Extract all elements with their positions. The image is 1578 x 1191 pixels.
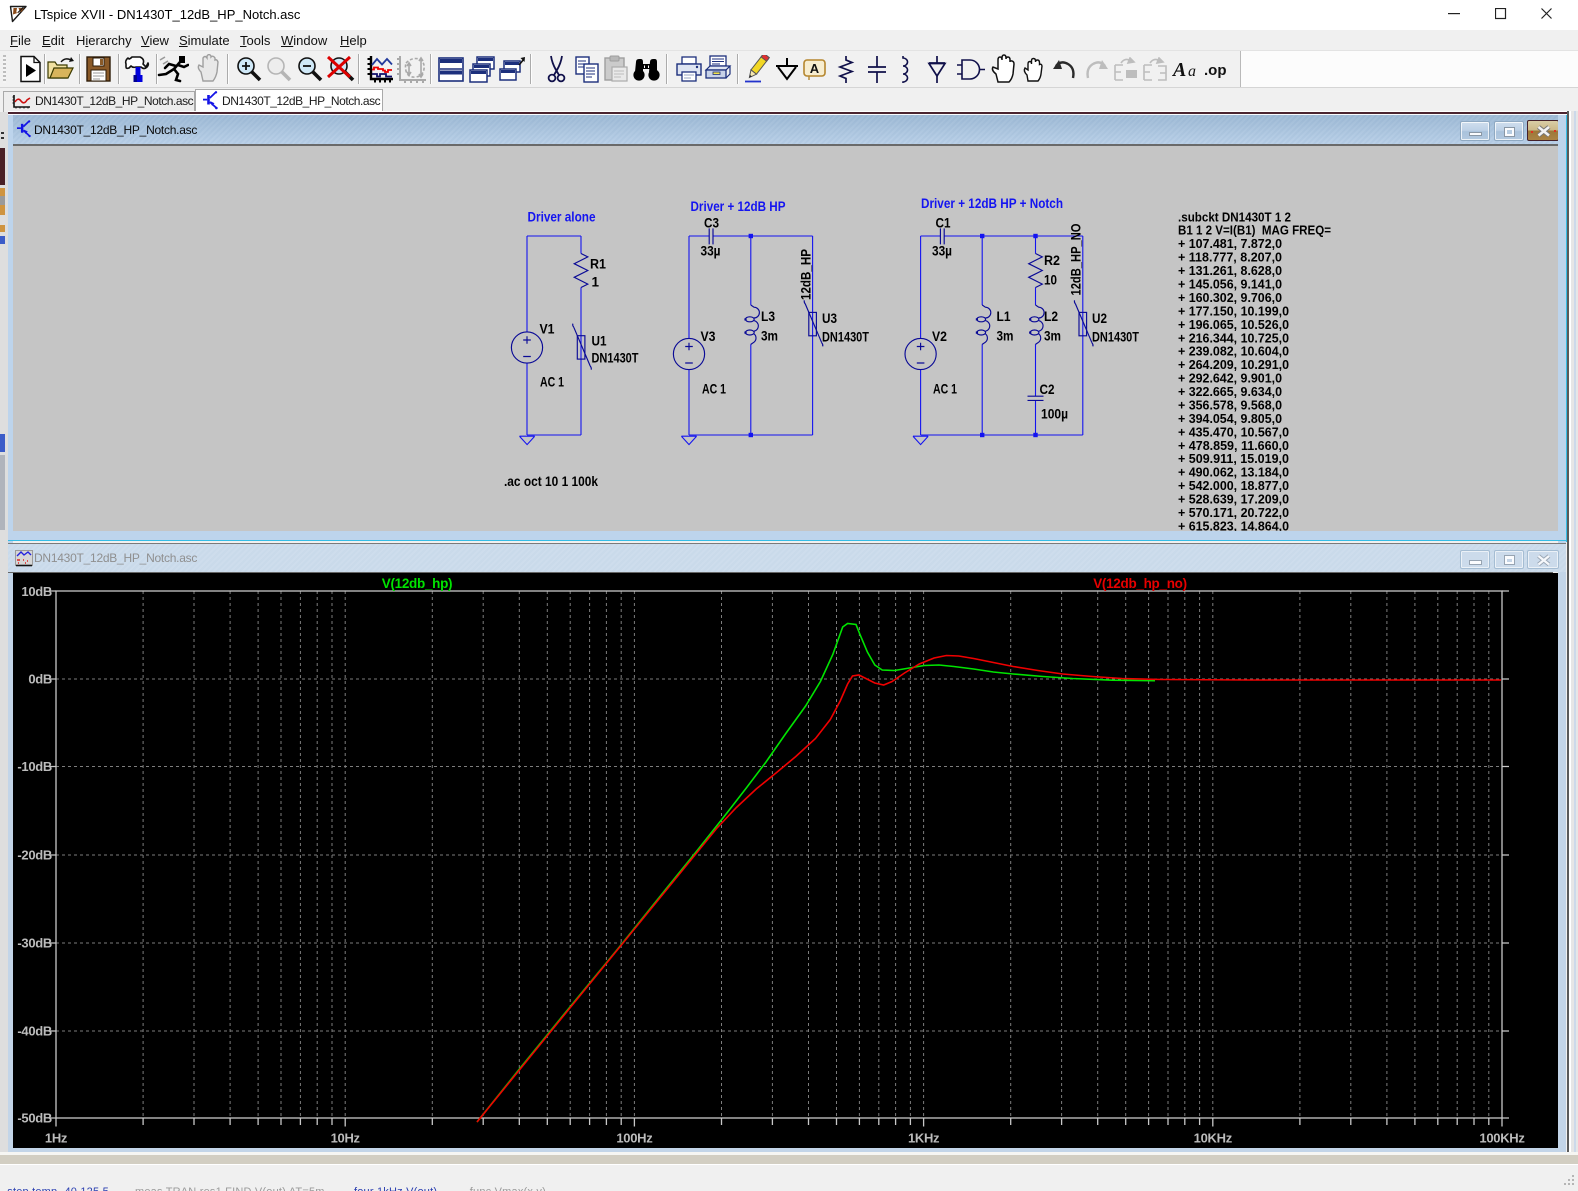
svg-text:Driver + 12dB HP: Driver + 12dB HP <box>691 199 786 214</box>
svg-text:R2: R2 <box>1044 253 1060 268</box>
svg-text:10KHz: 10KHz <box>1194 1131 1233 1146</box>
svg-text:1: 1 <box>592 275 600 290</box>
svg-text:12dB_HP_NO: 12dB_HP_NO <box>1069 224 1084 296</box>
svg-text:Driver alone: Driver alone <box>528 210 596 225</box>
svg-text:V2: V2 <box>932 329 947 344</box>
svg-text:V(12db_hp): V(12db_hp) <box>382 576 453 591</box>
svg-text:AC 1: AC 1 <box>933 382 957 397</box>
svg-text:3m: 3m <box>1044 329 1061 344</box>
svg-text:1Hz: 1Hz <box>45 1131 68 1146</box>
svg-text:10: 10 <box>1044 273 1057 288</box>
svg-text:a: a <box>1188 63 1196 80</box>
svg-text:-40dB: -40dB <box>17 1024 52 1039</box>
svg-text:-10dB: -10dB <box>17 759 52 774</box>
svg-text:AC 1: AC 1 <box>702 382 726 397</box>
svg-text:C3: C3 <box>704 216 719 231</box>
svg-text:.ac oct 10 1 100k: .ac oct 10 1 100k <box>504 474 598 489</box>
svg-text:V1: V1 <box>540 322 555 337</box>
svg-text:U1: U1 <box>592 334 607 349</box>
svg-text:-50dB: -50dB <box>17 1111 52 1126</box>
svg-text:-30dB: -30dB <box>17 936 52 951</box>
svg-text:L2: L2 <box>1044 309 1058 324</box>
svg-text:33µ: 33µ <box>932 244 952 259</box>
svg-text:100µ: 100µ <box>1041 407 1068 422</box>
svg-text:12dB_HP: 12dB_HP <box>799 249 814 300</box>
svg-text:DN1430T: DN1430T <box>1092 330 1140 345</box>
svg-text:U3: U3 <box>822 311 837 326</box>
svg-text:A: A <box>810 61 820 76</box>
svg-text:100Hz: 100Hz <box>616 1131 653 1146</box>
svg-text:10Hz: 10Hz <box>331 1131 361 1146</box>
svg-text:33µ: 33µ <box>701 244 721 259</box>
svg-text:U2: U2 <box>1092 311 1107 326</box>
svg-text:3m: 3m <box>997 329 1014 344</box>
svg-text:-20dB: -20dB <box>17 848 52 863</box>
svg-text:DN1430T: DN1430T <box>592 351 640 366</box>
svg-text:.op: .op <box>1204 62 1227 79</box>
svg-text:0dB: 0dB <box>28 672 52 687</box>
svg-text:L1: L1 <box>997 309 1011 324</box>
svg-text:100KHz: 100KHz <box>1479 1131 1525 1146</box>
svg-text:Driver + 12dB HP + Notch: Driver + 12dB HP + Notch <box>921 196 1063 211</box>
svg-text:V3: V3 <box>701 329 716 344</box>
svg-text:AC 1: AC 1 <box>540 375 564 390</box>
svg-text:3m: 3m <box>761 329 778 344</box>
svg-text:C1: C1 <box>936 216 951 231</box>
svg-text:DN1430T: DN1430T <box>822 330 870 345</box>
svg-text:C2: C2 <box>1040 382 1055 397</box>
svg-text:R1: R1 <box>590 257 606 272</box>
svg-text:L3: L3 <box>761 309 775 324</box>
svg-text:V(12db_hp_no): V(12db_hp_no) <box>1093 576 1187 591</box>
svg-text:A: A <box>1172 59 1186 81</box>
svg-text:1KHz: 1KHz <box>908 1131 940 1146</box>
svg-text:+ 615.823, 14.864,0: + 615.823, 14.864,0 <box>1178 518 1289 531</box>
svg-text:10dB: 10dB <box>21 584 52 599</box>
